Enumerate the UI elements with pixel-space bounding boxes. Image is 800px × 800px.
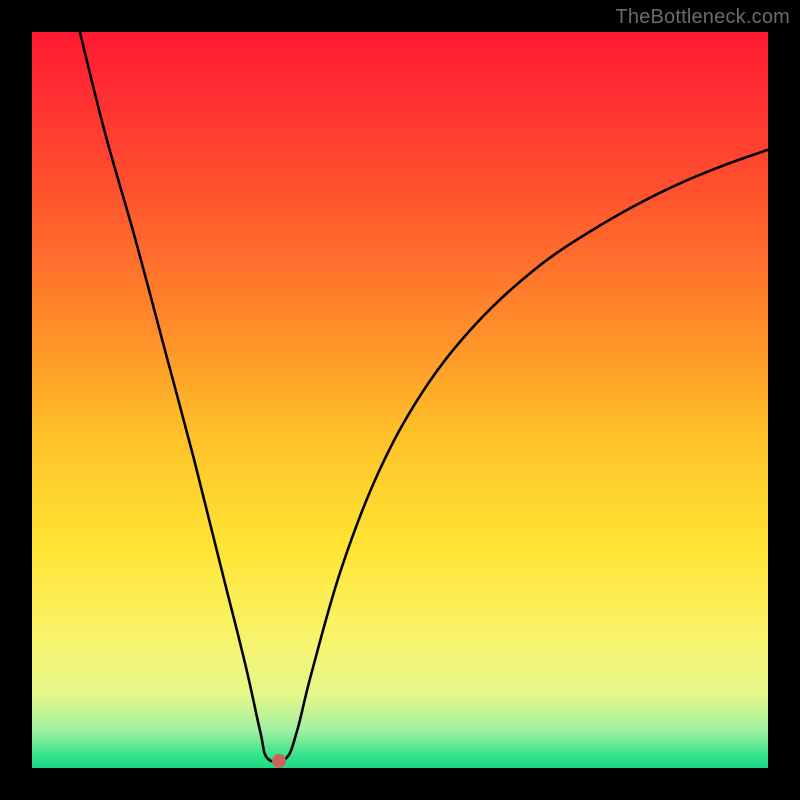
optimum-marker (272, 754, 286, 768)
bottleneck-curve (32, 32, 768, 768)
watermark-text: TheBottleneck.com (615, 6, 790, 29)
chart-frame: TheBottleneck.com (0, 0, 800, 800)
plot-area (32, 32, 768, 768)
